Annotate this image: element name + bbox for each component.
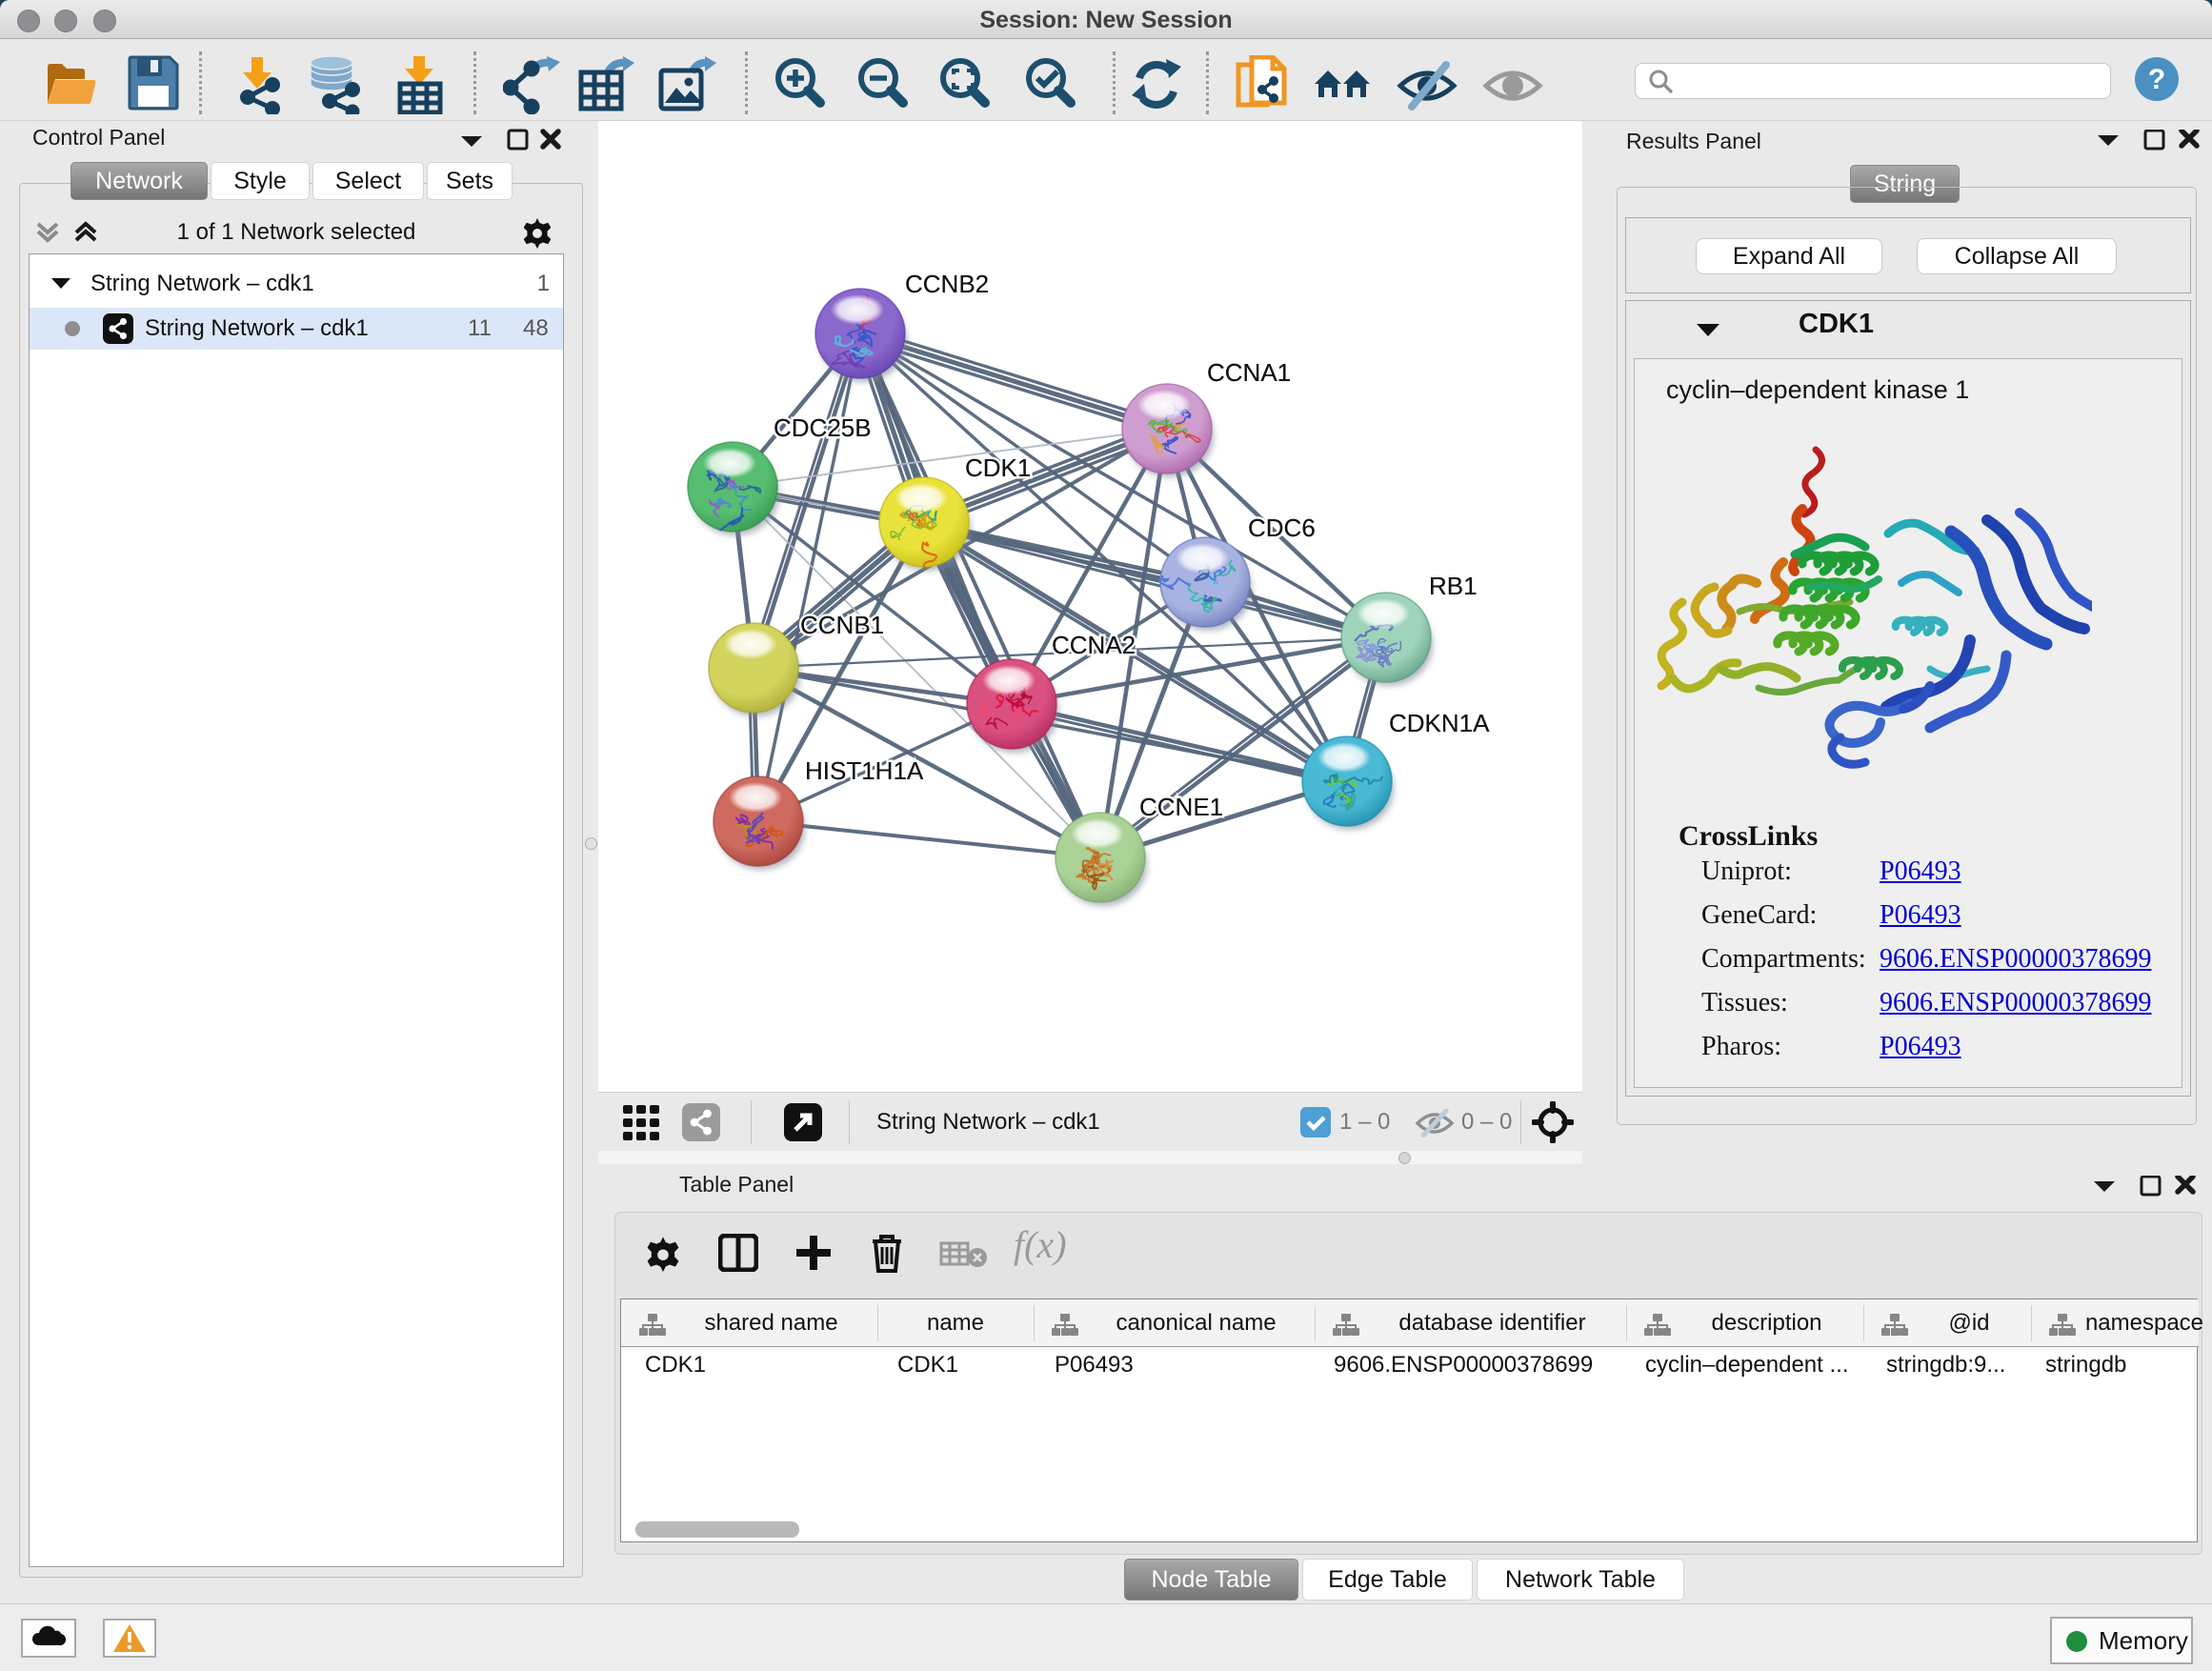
svg-text:CDC6: CDC6 [1248, 513, 1316, 542]
svg-text:CCNB1: CCNB1 [800, 611, 884, 639]
svg-text:CCNA2: CCNA2 [1052, 631, 1136, 659]
svg-text:CDC25B: CDC25B [774, 413, 872, 442]
svg-text:CDK1: CDK1 [965, 453, 1031, 482]
svg-text:RB1: RB1 [1429, 572, 1478, 600]
svg-text:HIST1H1A: HIST1H1A [805, 756, 924, 785]
svg-text:CCNB2: CCNB2 [905, 270, 989, 298]
svg-text:CCNA1: CCNA1 [1207, 358, 1291, 387]
svg-text:?: ? [2148, 64, 2165, 95]
svg-text:CCNE1: CCNE1 [1139, 793, 1223, 821]
svg-text:CDKN1A: CDKN1A [1389, 709, 1490, 737]
